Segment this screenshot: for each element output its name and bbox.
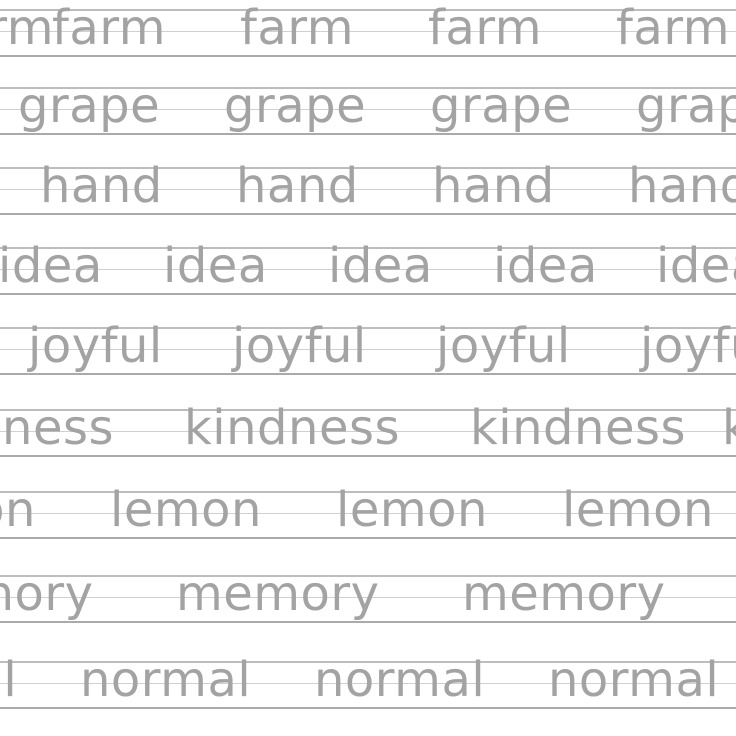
trace-word: grape <box>430 78 573 134</box>
practice-row-kindness: kindness kindness kindness kindness <box>0 400 736 480</box>
trace-word: memory <box>462 566 666 622</box>
trace-word: joyful <box>28 318 163 374</box>
trace-word: hand <box>40 158 163 214</box>
trace-word: grape <box>224 78 367 134</box>
trace-word: memory <box>176 566 380 622</box>
trace-word: normal <box>80 652 252 708</box>
trace-word: idea <box>493 238 598 294</box>
trace-word: memory <box>0 566 94 622</box>
practice-row-farm: farm farm farm farm farm <box>0 0 736 80</box>
trace-word: kindness <box>0 400 114 456</box>
trace-word: idea <box>163 238 268 294</box>
trace-word: farm <box>240 0 354 56</box>
trace-word: farm <box>0 0 54 56</box>
practice-row-lemon: lemon lemon lemon lemon <box>0 482 736 562</box>
trace-word: joyful <box>640 318 736 374</box>
trace-word: lemon <box>0 482 36 538</box>
trace-word: idea <box>0 238 103 294</box>
practice-row-memory: memory memory memory <box>0 566 736 646</box>
practice-row-grape: grape grape grape grape grape <box>0 78 736 158</box>
trace-word: joyful <box>436 318 571 374</box>
trace-word: lemon <box>110 482 262 538</box>
practice-row-normal: normal normal normal normal <box>0 652 736 732</box>
trace-word: normal <box>548 652 720 708</box>
trace-word: kindness <box>722 404 736 452</box>
handwriting-practice-sheet: farm farm farm farm farm grape grape gra… <box>0 0 736 736</box>
trace-word: hand <box>432 158 555 214</box>
trace-word: farm <box>428 0 542 56</box>
trace-word: kindness <box>470 400 686 456</box>
trace-word: hand <box>628 158 736 214</box>
practice-row-joyful: joyful joyful joyful joyful joyful <box>0 318 736 398</box>
trace-word: farm <box>52 0 166 56</box>
trace-word: kindness <box>184 400 400 456</box>
trace-word: joyful <box>232 318 367 374</box>
trace-word: normal <box>314 652 486 708</box>
trace-word: idea <box>656 238 736 294</box>
practice-row-idea: idea idea idea idea idea <box>0 238 736 318</box>
trace-word: lemon <box>336 482 488 538</box>
trace-word: idea <box>328 238 433 294</box>
trace-word: grape <box>18 78 161 134</box>
trace-word: farm <box>616 0 730 56</box>
trace-word: hand <box>236 158 359 214</box>
trace-word: grape <box>636 78 736 134</box>
practice-row-hand: hand hand hand hand hand <box>0 158 736 238</box>
trace-word: normal <box>0 652 18 708</box>
trace-word: lemon <box>562 482 714 538</box>
